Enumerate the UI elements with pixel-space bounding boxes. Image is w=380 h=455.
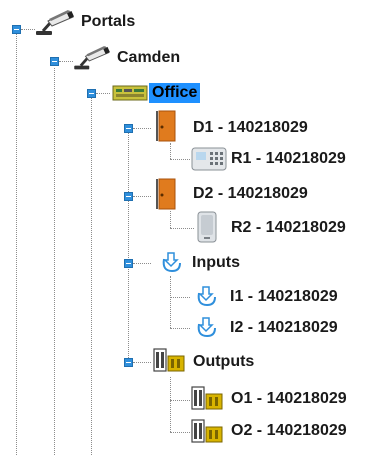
tree-line bbox=[133, 196, 151, 197]
collapse-toggle[interactable] bbox=[50, 57, 59, 66]
tree-line bbox=[170, 400, 190, 401]
tree-node-label[interactable]: Camden bbox=[117, 48, 180, 68]
collapse-toggle[interactable] bbox=[87, 89, 96, 98]
collapse-toggle[interactable] bbox=[124, 192, 133, 201]
tree-line bbox=[170, 211, 171, 228]
tree-node-label[interactable]: I1 - 140218029 bbox=[230, 287, 338, 307]
collapse-toggle[interactable] bbox=[124, 358, 133, 367]
tree-node-label[interactable]: R2 - 140218029 bbox=[231, 218, 346, 238]
tree-line bbox=[170, 143, 171, 159]
device-tree: Portals Camden Office D1 - 140218029 R1 … bbox=[0, 0, 380, 455]
tree-line bbox=[16, 34, 17, 455]
camera-icon bbox=[36, 10, 74, 35]
collapse-toggle[interactable] bbox=[124, 259, 133, 268]
tree-line bbox=[170, 159, 190, 160]
tree-node-label[interactable]: D2 - 140218029 bbox=[193, 184, 308, 204]
output-relay-icon bbox=[191, 386, 223, 410]
input-arrow-icon bbox=[197, 317, 216, 338]
controller-board-icon bbox=[112, 85, 148, 101]
tree-line bbox=[170, 228, 194, 229]
tree-node-label[interactable]: I2 - 140218029 bbox=[230, 318, 338, 338]
tree-node-label[interactable]: Inputs bbox=[192, 253, 240, 273]
tree-line bbox=[91, 98, 92, 455]
tree-line bbox=[54, 68, 55, 455]
tree-line bbox=[170, 377, 171, 432]
tree-line bbox=[170, 328, 190, 329]
tree-line bbox=[170, 297, 190, 298]
tree-node-label[interactable]: Office bbox=[149, 83, 201, 103]
tree-line bbox=[170, 432, 190, 433]
door-icon bbox=[156, 178, 176, 210]
tree-node-label[interactable]: O1 - 140218029 bbox=[231, 389, 347, 409]
tree-line bbox=[21, 29, 35, 30]
tree-node-label[interactable]: Portals bbox=[81, 12, 135, 32]
tree-line bbox=[133, 128, 151, 129]
card-reader-icon bbox=[197, 211, 217, 243]
tree-line bbox=[96, 93, 110, 94]
tree-line bbox=[170, 276, 171, 328]
tree-line bbox=[133, 263, 151, 264]
keypad-reader-icon bbox=[191, 147, 227, 171]
input-arrow-icon bbox=[197, 286, 216, 307]
camera-icon bbox=[74, 45, 110, 70]
tree-line bbox=[128, 132, 129, 362]
tree-node-label[interactable]: R1 - 140218029 bbox=[231, 149, 346, 169]
output-relay-icon bbox=[153, 348, 185, 372]
tree-node-label[interactable]: O2 - 140218029 bbox=[231, 421, 347, 441]
input-arrow-icon bbox=[162, 252, 181, 273]
tree-line bbox=[133, 362, 151, 363]
collapse-toggle[interactable] bbox=[124, 124, 133, 133]
door-icon bbox=[156, 110, 176, 142]
tree-line bbox=[59, 61, 73, 62]
tree-node-label[interactable]: Outputs bbox=[193, 352, 254, 372]
collapse-toggle[interactable] bbox=[12, 25, 21, 34]
output-relay-icon bbox=[191, 419, 223, 443]
tree-node-label[interactable]: D1 - 140218029 bbox=[193, 118, 308, 138]
